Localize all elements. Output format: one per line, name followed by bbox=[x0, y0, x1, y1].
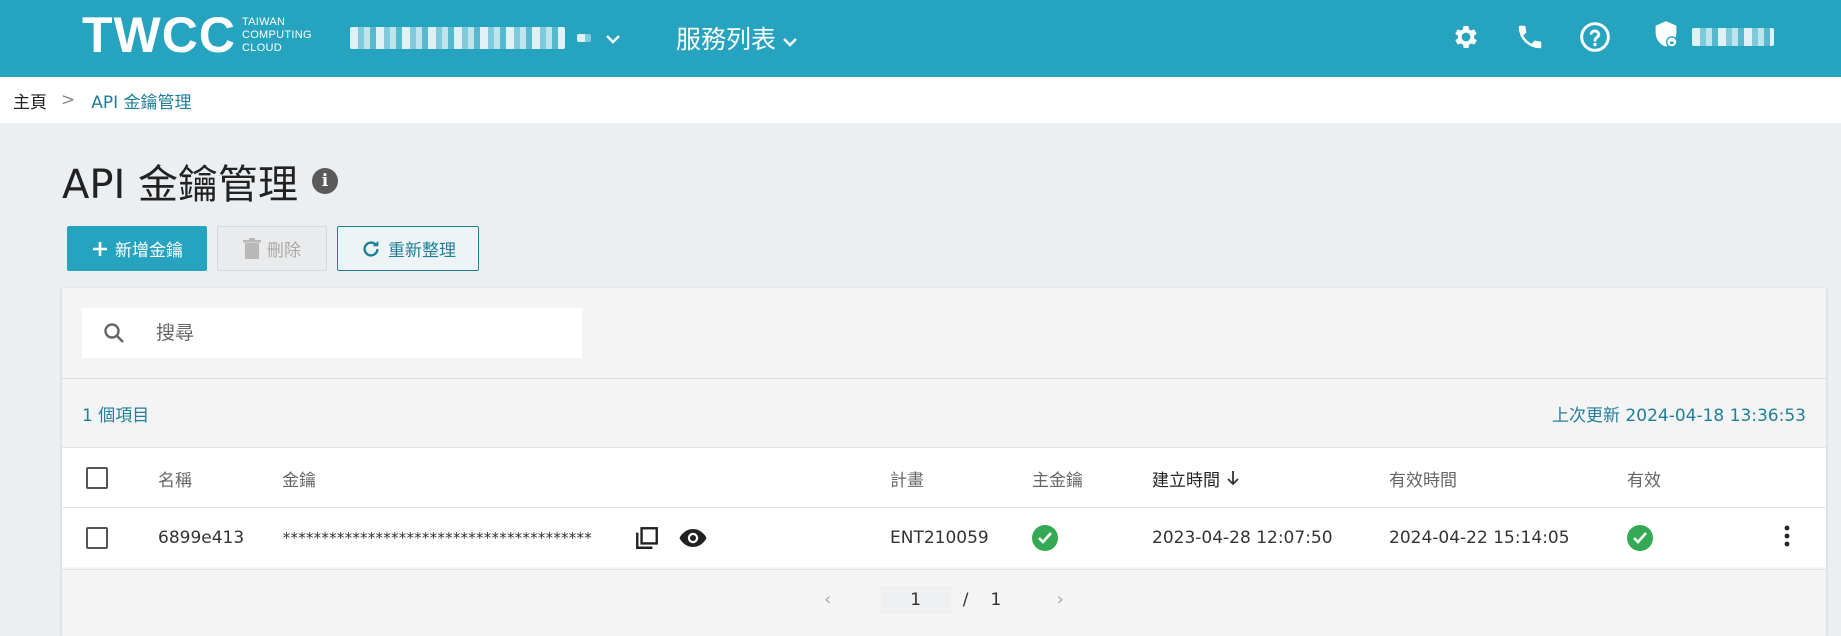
row-valid bbox=[1627, 508, 1653, 568]
next-page-icon[interactable]: › bbox=[1045, 589, 1075, 610]
item-count: 1 個項目 bbox=[82, 405, 150, 426]
check-circle-icon bbox=[1627, 525, 1653, 551]
row-created: 2023-04-28 12:07:50 bbox=[1152, 528, 1333, 548]
breadcrumb-separator: > bbox=[61, 90, 76, 110]
summary-row: 1 個項目 上次更新 2024-04-18 13:36:53 bbox=[62, 379, 1826, 447]
row-name: 6899e413 bbox=[158, 528, 245, 548]
row-valid-time: 2024-04-22 15:14:05 bbox=[1389, 528, 1570, 548]
header-created-sort[interactable]: 建立時間 bbox=[1152, 448, 1240, 508]
table-header-row: 名稱 金鑰 計畫 主金鑰 建立時間 有效時間 有效 bbox=[62, 447, 1826, 507]
page-separator: / bbox=[962, 589, 969, 610]
page-number-input[interactable] bbox=[880, 585, 951, 614]
row-main-key bbox=[1032, 508, 1058, 568]
project-selector[interactable] bbox=[350, 24, 621, 52]
header-main-key: 主金鑰 bbox=[1032, 470, 1083, 491]
row-more-menu[interactable] bbox=[1772, 508, 1802, 568]
api-keys-card: 1 個項目 上次更新 2024-04-18 13:36:53 名稱 金鑰 計畫 … bbox=[62, 288, 1826, 636]
plus-icon bbox=[91, 240, 109, 258]
delete-button[interactable]: 刪除 bbox=[217, 226, 327, 271]
header-valid-time: 有效時間 bbox=[1389, 470, 1457, 491]
page-total: 1 bbox=[990, 589, 1002, 610]
refresh-button[interactable]: 重新整理 bbox=[337, 226, 479, 271]
user-menu[interactable] bbox=[1652, 20, 1774, 54]
top-navbar: TWCC TAIWAN COMPUTING CLOUD 服務列表 bbox=[0, 0, 1841, 77]
header-created: 建立時間 bbox=[1152, 470, 1220, 491]
help-icon[interactable] bbox=[1578, 20, 1612, 54]
project-name-redacted bbox=[350, 27, 565, 49]
last-updated: 上次更新 2024-04-18 13:36:53 bbox=[1552, 405, 1806, 426]
header-name: 名稱 bbox=[158, 470, 192, 491]
row-key-masked: **************************************** bbox=[282, 529, 593, 547]
add-key-button[interactable]: 新增金鑰 bbox=[67, 226, 207, 271]
logo-wordmark: TWCC bbox=[82, 7, 236, 63]
phone-icon[interactable] bbox=[1513, 20, 1547, 54]
chevron-down-icon bbox=[782, 24, 798, 53]
copy-icon[interactable] bbox=[634, 525, 660, 551]
services-label: 服務列表 bbox=[676, 25, 777, 54]
prev-page-icon[interactable]: ‹ bbox=[813, 589, 843, 610]
search-icon bbox=[88, 321, 140, 345]
services-menu[interactable]: 服務列表 bbox=[676, 18, 798, 58]
sort-desc-icon bbox=[1226, 470, 1240, 486]
search-input[interactable] bbox=[156, 322, 556, 344]
search-box[interactable] bbox=[82, 308, 582, 358]
pagination: ‹ / 1 › bbox=[62, 569, 1826, 629]
table-row: 6899e413 *******************************… bbox=[62, 507, 1826, 567]
project-name-redacted bbox=[577, 34, 591, 42]
logo-sub-line: COMPUTING bbox=[241, 28, 312, 41]
api-keys-table: 名稱 金鑰 計畫 主金鑰 建立時間 有效時間 有效 6899e413 *****… bbox=[62, 447, 1826, 567]
info-icon[interactable]: i bbox=[312, 168, 338, 194]
breadcrumb: 主頁 > API 金鑰管理 bbox=[0, 77, 1841, 123]
header-key: 金鑰 bbox=[282, 470, 316, 491]
refresh-icon bbox=[360, 238, 382, 260]
logo-sub-line: TAIWAN bbox=[241, 15, 286, 28]
refresh-label: 重新整理 bbox=[388, 241, 456, 261]
add-key-label: 新增金鑰 bbox=[115, 241, 183, 261]
breadcrumb-home[interactable]: 主頁 bbox=[13, 88, 47, 113]
page-title: API 金鑰管理 bbox=[62, 162, 298, 208]
header-valid: 有效 bbox=[1627, 470, 1661, 491]
key-actions bbox=[634, 508, 726, 568]
check-circle-icon bbox=[1032, 525, 1058, 551]
logo-subtitle: TAIWAN COMPUTING CLOUD bbox=[242, 16, 312, 55]
header-plan: 計畫 bbox=[890, 470, 924, 491]
user-shield-icon bbox=[1652, 20, 1680, 54]
twcc-logo[interactable]: TWCC TAIWAN COMPUTING CLOUD bbox=[82, 7, 312, 63]
breadcrumb-current: API 金鑰管理 bbox=[91, 92, 192, 113]
more-vertical-icon bbox=[1784, 525, 1790, 552]
row-checkbox[interactable] bbox=[86, 527, 108, 549]
logo-sub-line: CLOUD bbox=[241, 41, 282, 54]
eye-icon[interactable] bbox=[678, 527, 708, 549]
row-plan: ENT210059 bbox=[890, 528, 989, 548]
page-title-row: API 金鑰管理 i bbox=[62, 152, 338, 210]
row-checkbox-cell bbox=[86, 508, 108, 568]
select-all-checkbox[interactable] bbox=[86, 467, 108, 489]
header-checkbox-cell bbox=[86, 448, 108, 508]
trash-icon bbox=[243, 237, 261, 260]
username-redacted bbox=[1692, 28, 1774, 46]
delete-label: 刪除 bbox=[267, 241, 301, 261]
settings-icon[interactable] bbox=[1449, 20, 1483, 54]
chevron-down-icon bbox=[605, 29, 621, 48]
